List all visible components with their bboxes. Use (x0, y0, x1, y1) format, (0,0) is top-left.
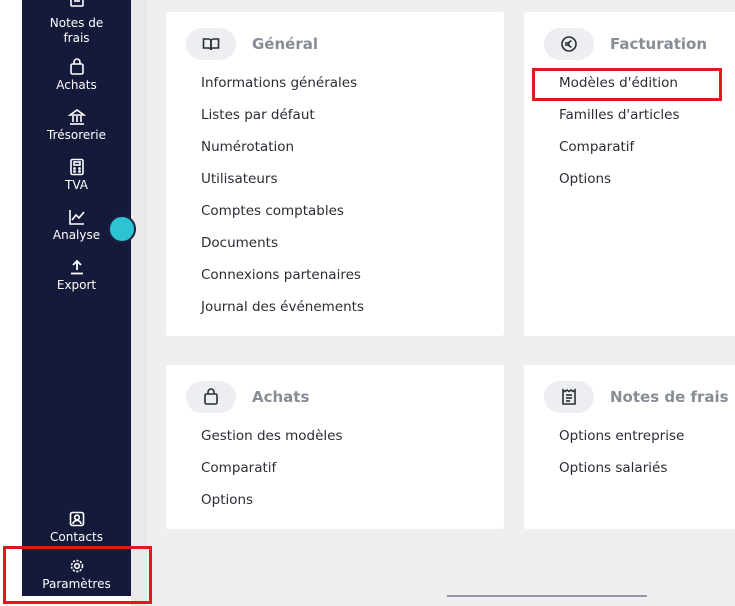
card-title: Notes de frais (610, 388, 729, 406)
link-numerotation[interactable]: Numérotation (201, 139, 364, 171)
book-icon (186, 28, 236, 60)
link-options-entreprise[interactable]: Options entreprise (559, 428, 684, 460)
sidebar-item-label: TVA (65, 178, 88, 192)
link-informations-generales[interactable]: Informations générales (201, 75, 364, 107)
sidebar-item-achats[interactable]: Achats (22, 58, 131, 93)
link-gestion-modeles[interactable]: Gestion des modèles (201, 428, 343, 460)
link-options-salaries[interactable]: Options salariés (559, 460, 684, 492)
shopping-bag-icon (68, 58, 86, 76)
highlight-modeles-edition (532, 68, 722, 101)
card-links: Informations générales Listes par défaut… (201, 75, 364, 331)
sidebar-item-label: Contacts (50, 530, 103, 544)
sidebar-toggle[interactable] (108, 215, 136, 243)
sidebar-item-label: Achats (56, 78, 97, 92)
card-general: Général Informations générales Listes pa… (166, 12, 504, 336)
link-journal-evenements[interactable]: Journal des événements (201, 299, 364, 331)
left-margin (0, 0, 22, 606)
calculator-icon (68, 158, 86, 176)
link-options[interactable]: Options (201, 492, 343, 524)
card-header: Général (186, 28, 318, 60)
link-comparatif[interactable]: Comparatif (559, 139, 680, 171)
upload-icon (68, 258, 86, 276)
link-connexions-partenaires[interactable]: Connexions partenaires (201, 267, 364, 299)
sidebar-item-contacts[interactable]: Contacts (22, 510, 131, 545)
bank-icon (67, 108, 86, 126)
sidebar: Notes de frais Achats Trésorerie TVA Ana… (22, 0, 131, 596)
sidebar-item-label: Analyse (52, 228, 101, 242)
shopping-bag-icon (186, 381, 236, 413)
link-options[interactable]: Options (559, 171, 680, 203)
receipt-icon (68, 0, 86, 14)
link-comptes-comptables[interactable]: Comptes comptables (201, 203, 364, 235)
sidebar-item-label: Notes de frais (49, 16, 104, 45)
sidebar-item-notes-de-frais[interactable]: Notes de frais (22, 0, 131, 46)
link-comparatif[interactable]: Comparatif (201, 460, 343, 492)
sidebar-item-tva[interactable]: TVA (22, 158, 131, 193)
sidebar-item-label: Trésorerie (47, 128, 106, 142)
receipt-icon (544, 381, 594, 413)
link-utilisateurs[interactable]: Utilisateurs (201, 171, 364, 203)
link-listes-par-defaut[interactable]: Listes par défaut (201, 107, 364, 139)
card-links: Gestion des modèles Comparatif Options (201, 428, 343, 524)
card-achats: Achats Gestion des modèles Comparatif Op… (166, 365, 504, 529)
card-header: Notes de frais (544, 381, 729, 413)
card-title: Facturation (610, 35, 708, 53)
card-notes-de-frais: Notes de frais Options entreprise Option… (524, 365, 735, 529)
card-title: Général (252, 35, 318, 53)
highlight-parametres (3, 546, 152, 604)
chart-line-icon (68, 208, 86, 226)
card-header: Achats (186, 381, 309, 413)
sidebar-item-label: Export (56, 278, 97, 292)
sidebar-item-tresorerie[interactable]: Trésorerie (22, 108, 131, 143)
card-links: Options entreprise Options salariés (559, 428, 684, 492)
card-facturation: Facturation Modèles d'édition Familles d… (524, 12, 735, 336)
card-header: Facturation (544, 28, 707, 60)
contact-icon (68, 510, 86, 528)
link-familles-articles[interactable]: Familles d'articles (559, 107, 680, 139)
card-title: Achats (252, 388, 310, 406)
sidebar-item-export[interactable]: Export (22, 258, 131, 293)
bottom-divider (447, 595, 647, 597)
link-documents[interactable]: Documents (201, 235, 364, 267)
euro-icon (544, 28, 594, 60)
sidebar-edge (131, 0, 147, 606)
